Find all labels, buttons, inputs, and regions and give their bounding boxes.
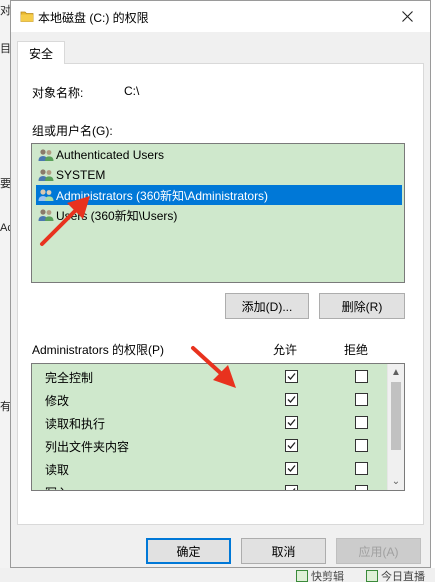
checkmark-icon <box>287 442 296 449</box>
permissions-scrollbar[interactable]: ▲ ⌄ <box>387 364 404 490</box>
permissions-label: Administrators 的权限(P) <box>32 343 165 357</box>
permission-name: 完全控制 <box>45 371 94 385</box>
scroll-up-icon[interactable]: ▲ <box>388 364 404 381</box>
object-name-label: 对象名称: <box>32 86 84 100</box>
cancel-button[interactable]: 取消 <box>241 538 326 564</box>
permission-row-modify: 修改 <box>32 388 387 411</box>
permission-row-write: 写入 <box>32 480 387 490</box>
deny-checkbox[interactable] <box>355 393 368 406</box>
checkmark-icon <box>287 373 296 380</box>
allow-checkbox[interactable] <box>285 393 298 406</box>
permission-name: 修改 <box>45 394 70 408</box>
add-button[interactable]: 添加(D)... <box>225 293 309 319</box>
tab-security[interactable]: 安全 <box>17 41 65 64</box>
user-name: Administrators (360新知\Administrators) <box>56 188 269 203</box>
close-button[interactable] <box>384 1 430 32</box>
allow-checkbox[interactable] <box>285 439 298 452</box>
checkmark-icon <box>287 396 296 403</box>
deny-checkbox[interactable] <box>355 485 368 490</box>
deny-checkbox[interactable] <box>355 416 368 429</box>
permission-name: 读取和执行 <box>45 417 106 431</box>
users-icon <box>38 189 54 201</box>
allow-checkbox[interactable] <box>285 416 298 429</box>
allow-checkbox[interactable] <box>285 462 298 475</box>
list-item-administrators[interactable]: Administrators (360新知\Administrators) <box>36 185 402 205</box>
scroll-down-icon[interactable]: ⌄ <box>388 473 404 490</box>
deny-checkbox[interactable] <box>355 439 368 452</box>
checkmark-icon <box>292 488 296 490</box>
remove-button[interactable]: 删除(R) <box>319 293 405 319</box>
allow-checkbox[interactable] <box>285 485 298 490</box>
permission-name: 写入 <box>45 484 69 490</box>
allow-checkbox[interactable] <box>285 370 298 383</box>
window-title: 本地磁盘 (C:) 的权限 <box>38 11 149 25</box>
allow-header: 允许 <box>273 343 298 357</box>
app-icon <box>366 570 378 582</box>
app-icon <box>296 570 308 582</box>
checkmark-icon <box>287 419 296 426</box>
deny-checkbox[interactable] <box>355 462 368 475</box>
deny-header: 拒绝 <box>344 343 369 357</box>
permission-name: 列出文件夹内容 <box>45 440 130 454</box>
scrollbar-thumb[interactable] <box>391 382 401 450</box>
permission-row-full-control: 完全控制 <box>32 365 387 388</box>
user-name: Authenticated Users <box>56 148 165 162</box>
list-item-users[interactable]: Users (360新知\Users) <box>36 205 177 225</box>
folder-icon <box>20 11 34 22</box>
permission-name: 读取 <box>45 463 70 477</box>
list-item-authenticated-users[interactable]: Authenticated Users <box>36 145 164 165</box>
users-icon <box>38 209 54 221</box>
ok-button[interactable]: 确定 <box>146 538 231 564</box>
close-icon <box>401 11 413 22</box>
background-taskbar: 快剪辑 今日直播 <box>0 568 435 583</box>
permissions-list: 完全控制 修改 读取和执行 列出文件夹内容 读取 写入 <box>31 363 405 491</box>
user-name: SYSTEM <box>56 168 106 182</box>
users-icon <box>38 169 54 181</box>
user-name: Users (360新知\Users) <box>56 208 178 223</box>
users-icon <box>38 149 54 161</box>
users-list[interactable]: Authenticated Users SYSTEM Administrator… <box>31 143 405 283</box>
groups-label: 组或用户名(G): <box>32 124 113 138</box>
title-bar[interactable]: 本地磁盘 (C:) 的权限 <box>11 1 430 32</box>
checkmark-icon <box>287 465 296 472</box>
permission-row-read: 读取 <box>32 457 387 480</box>
apply-button[interactable]: 应用(A) <box>336 538 421 564</box>
permission-row-read-execute: 读取和执行 <box>32 411 387 434</box>
object-name-value: C:\ <box>124 84 140 98</box>
permissions-dialog: 本地磁盘 (C:) 的权限 安全 对象名称: C:\ 组或用户名(G): Aut… <box>10 0 431 568</box>
deny-checkbox[interactable] <box>355 370 368 383</box>
list-item-system[interactable]: SYSTEM <box>36 165 105 185</box>
permission-row-list-folder: 列出文件夹内容 <box>32 434 387 457</box>
